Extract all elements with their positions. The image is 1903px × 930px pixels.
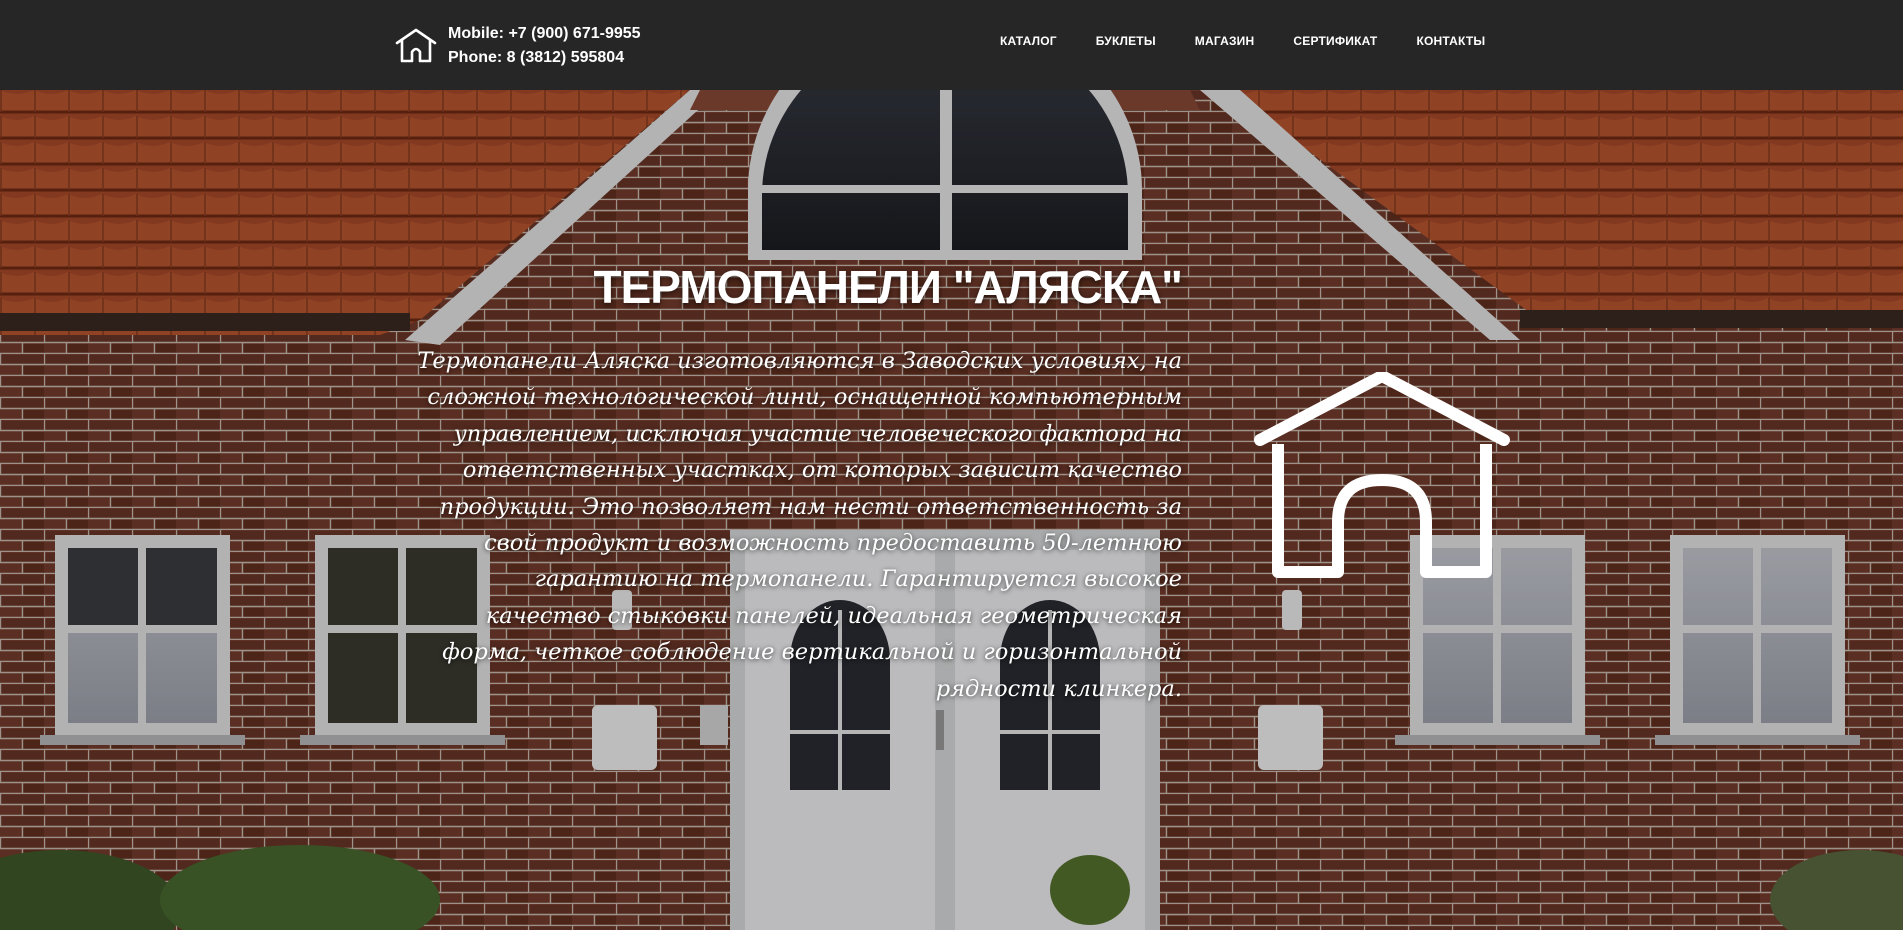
main-nav: КАТАЛОГ БУКЛЕТЫ МАГАЗИН СЕРТИФИКАТ КОНТА… [1000, 34, 1524, 48]
nav-item-contacts[interactable]: КОНТАКТЫ [1416, 34, 1485, 48]
nav-item-booklets[interactable]: БУКЛЕТЫ [1096, 34, 1156, 48]
hero-title: ТЕРМОПАНЕЛИ "АЛЯСКА" [593, 261, 1183, 313]
house-outline-icon [1254, 372, 1510, 578]
nav-item-certificate[interactable]: СЕРТИФИКАТ [1293, 34, 1377, 48]
contact-phones: Mobile: +7 (900) 671-9955 Phone: 8 (3812… [448, 22, 641, 70]
nav-item-shop[interactable]: МАГАЗИН [1195, 34, 1255, 48]
hero-section: ТЕРМОПАНЕЛИ "АЛЯСКА" Термопанели Аляска … [0, 90, 1903, 930]
brand: Mobile: +7 (900) 671-9955 Phone: 8 (3812… [394, 22, 641, 70]
header-bar: Mobile: +7 (900) 671-9955 Phone: 8 (3812… [0, 0, 1903, 90]
house-outline-icon[interactable] [394, 26, 438, 66]
nav-item-catalog[interactable]: КАТАЛОГ [1000, 34, 1057, 48]
phone-number: Phone: 8 (3812) 595804 [448, 49, 625, 66]
mobile-number: Mobile: +7 (900) 671-9955 [448, 25, 641, 42]
hero-description: Термопанели Аляска изготовляются в Завод… [417, 348, 1182, 702]
